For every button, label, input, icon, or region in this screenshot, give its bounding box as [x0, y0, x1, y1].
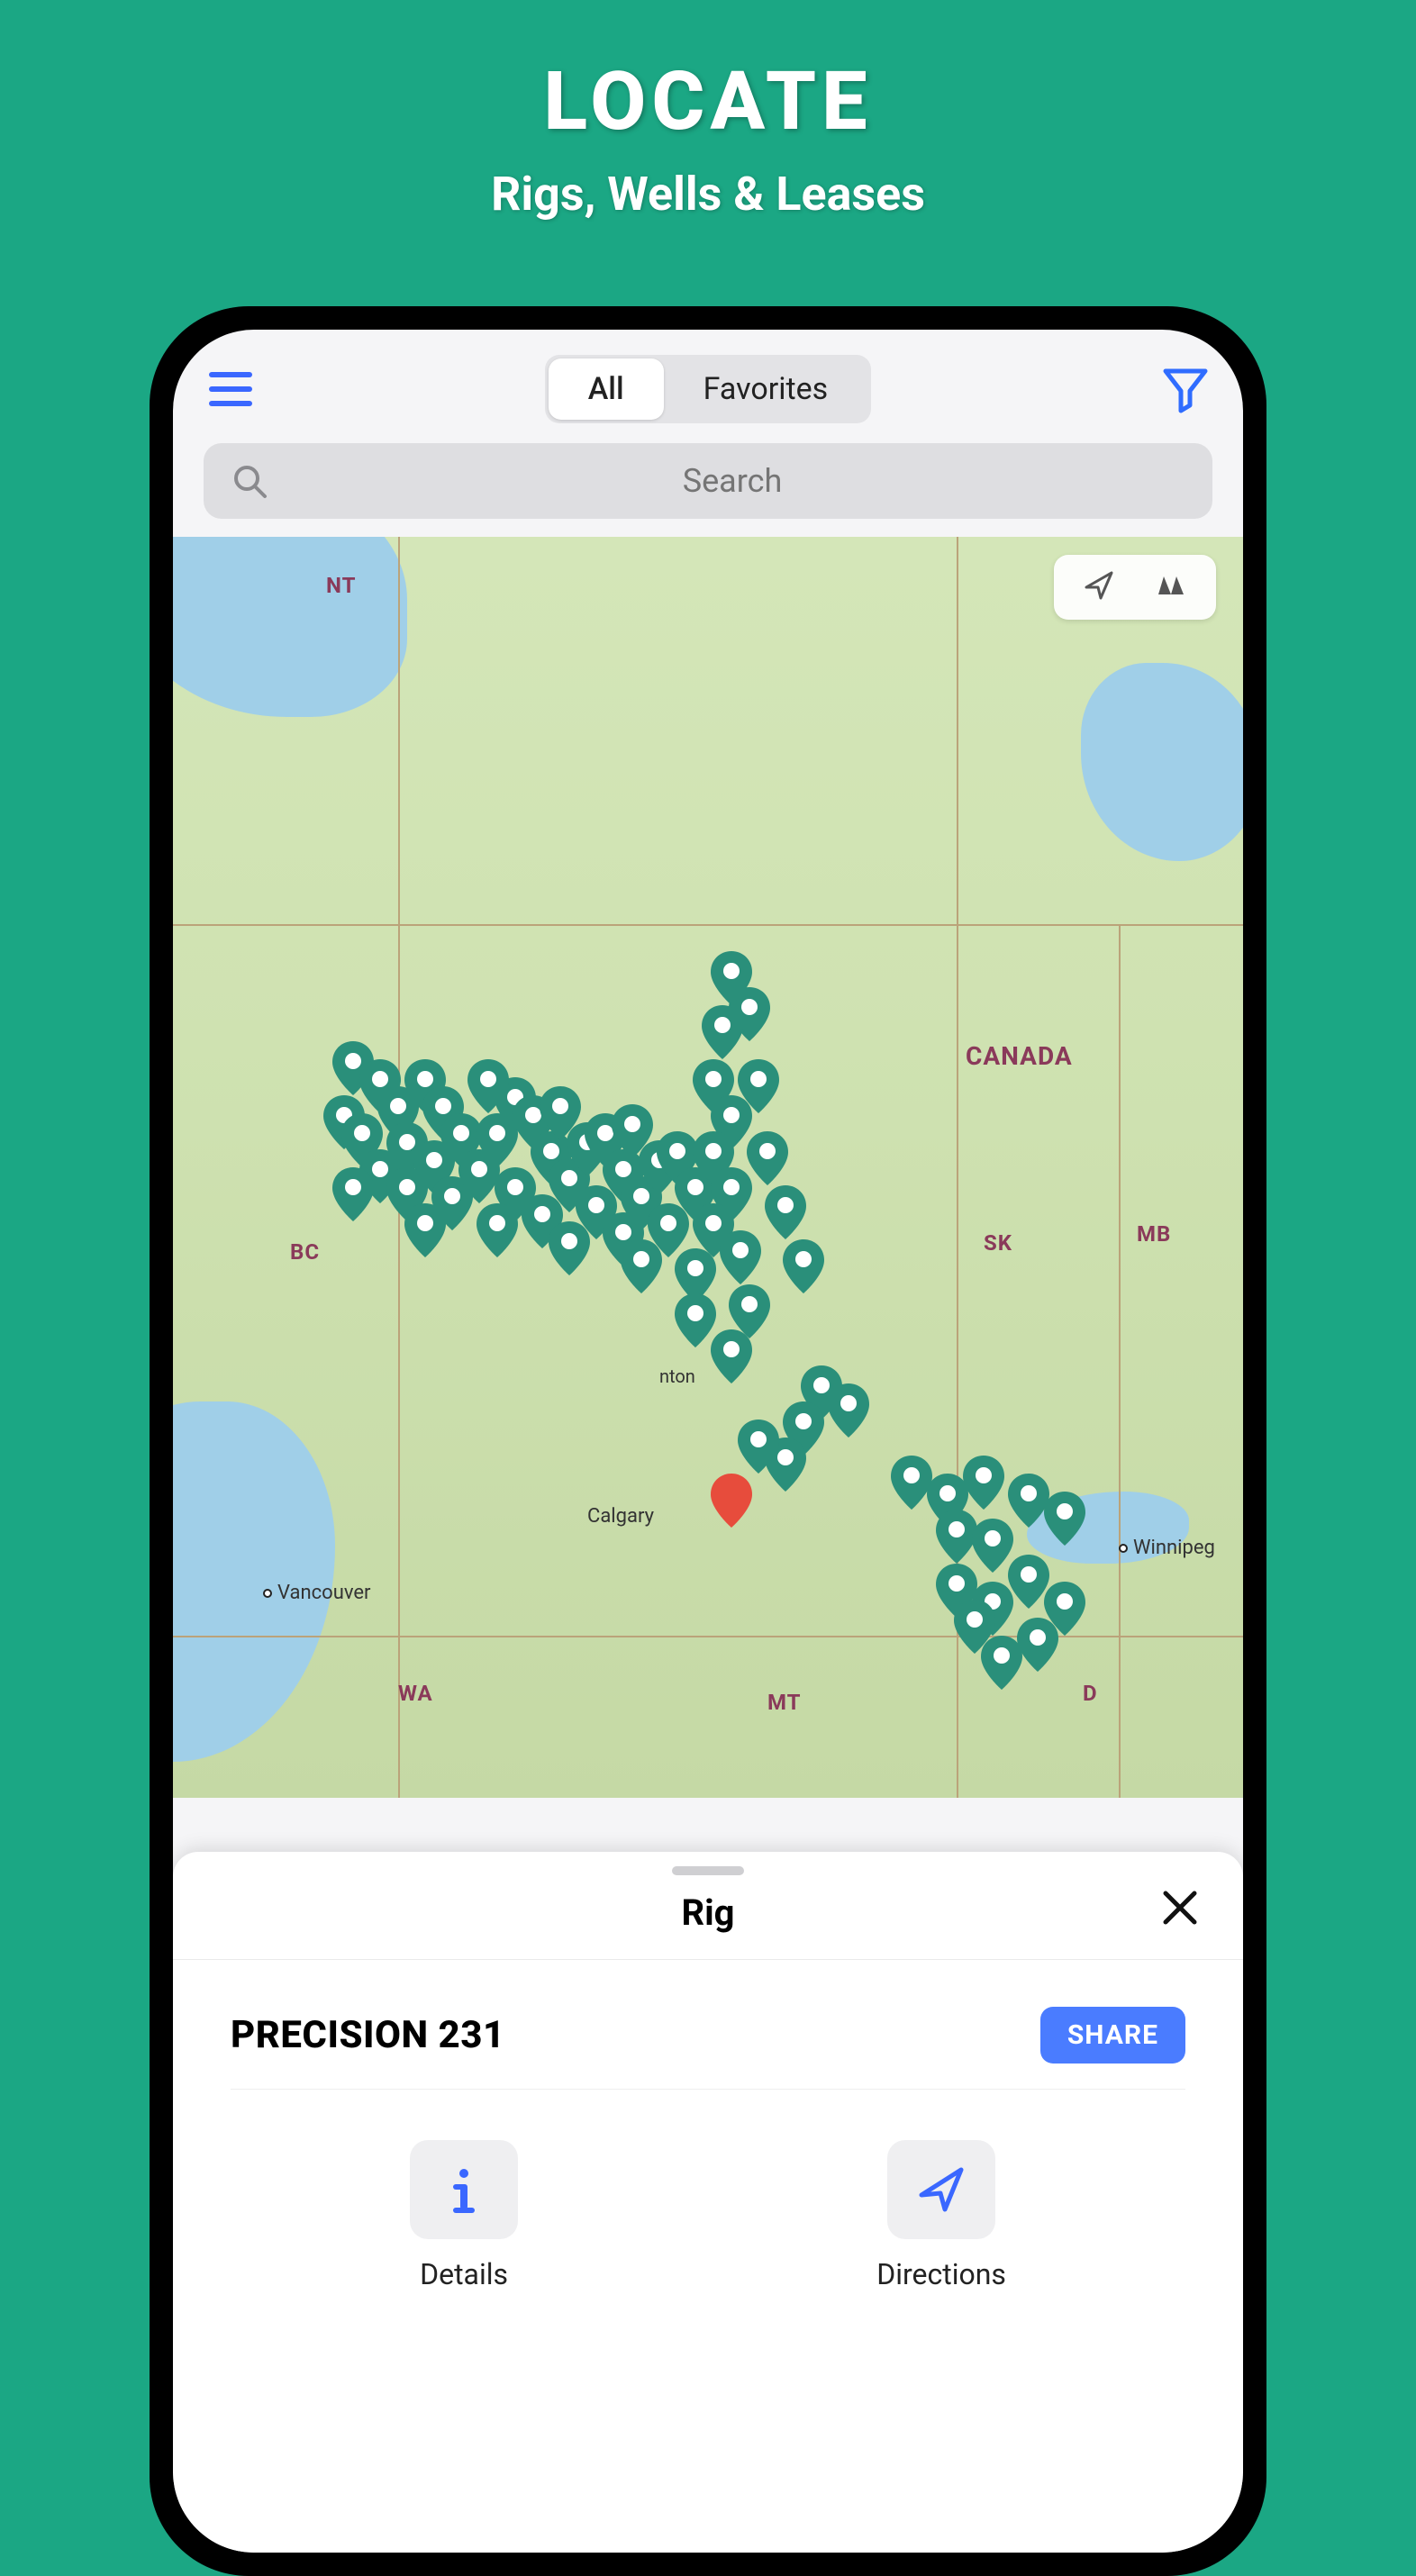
- search-icon: [231, 462, 268, 500]
- map-label-nt: NT: [326, 573, 356, 598]
- rig-name: PRECISION 231: [231, 2013, 505, 2057]
- map-label-mt: MT: [767, 1690, 802, 1715]
- map-border: [173, 1636, 1243, 1637]
- search-wrap: [173, 440, 1243, 537]
- selected-pin[interactable]: [711, 1474, 752, 1528]
- map-pin[interactable]: [783, 1239, 824, 1293]
- map-layers-icon: [1153, 567, 1189, 603]
- map-pin[interactable]: [332, 1167, 374, 1221]
- segment-favorites[interactable]: Favorites: [664, 358, 868, 420]
- map-border: [1119, 924, 1121, 1798]
- promo-header: LOCATE Rigs, Wells & Leases: [0, 0, 1416, 222]
- map-pin[interactable]: [963, 1456, 1004, 1510]
- map-label-wa: WA: [398, 1681, 433, 1706]
- map-pin[interactable]: [1044, 1492, 1085, 1546]
- phone-screen: All Favorites: [173, 330, 1243, 2553]
- phone-frame: All Favorites: [150, 306, 1266, 2576]
- map-label-canada: CANADA: [966, 1041, 1073, 1071]
- map-label-nd: D: [1083, 1681, 1098, 1706]
- map-pin[interactable]: [954, 1600, 995, 1654]
- map-pin[interactable]: [404, 1203, 446, 1257]
- city-edmonton: nton: [659, 1365, 695, 1387]
- map-pin[interactable]: [1017, 1618, 1058, 1672]
- map-pin[interactable]: [738, 1420, 779, 1474]
- segment-all[interactable]: All: [549, 358, 664, 420]
- navigate-icon: [914, 2163, 968, 2217]
- sheet-title: Rig: [681, 1891, 734, 1934]
- map-label-sk: SK: [984, 1230, 1012, 1256]
- sheet-body: PRECISION 231 SHARE Detai: [173, 1960, 1243, 2309]
- map-view[interactable]: NT CANADA BC SK MB WA MT D Vancouver Cal…: [173, 537, 1243, 1798]
- close-button[interactable]: [1158, 1886, 1202, 1929]
- map-label-bc: BC: [290, 1239, 320, 1265]
- map-pin[interactable]: [467, 1059, 509, 1113]
- sheet-header: Rig: [173, 1891, 1243, 1960]
- map-pin[interactable]: [738, 1059, 779, 1113]
- directions-label: Directions: [876, 2257, 1006, 2291]
- segmented-control[interactable]: All Favorites: [545, 355, 871, 423]
- close-icon: [1158, 1886, 1202, 1929]
- share-button[interactable]: SHARE: [1040, 2007, 1185, 2064]
- map-pin[interactable]: [747, 1131, 788, 1185]
- map-pin[interactable]: [702, 1005, 743, 1059]
- promo-subtitle: Rigs, Wells & Leases: [0, 167, 1416, 222]
- map-pin[interactable]: [711, 951, 752, 1005]
- promo-title: LOCATE: [0, 54, 1416, 149]
- directions-action[interactable]: Directions: [876, 2140, 1006, 2291]
- hamburger-icon: [209, 372, 252, 406]
- filter-button[interactable]: [1158, 362, 1212, 416]
- map-pin[interactable]: [621, 1239, 662, 1293]
- city-winnipeg: Winnipeg: [1119, 1537, 1215, 1559]
- city-calgary: Calgary: [587, 1505, 654, 1528]
- directions-icon-box: [887, 2140, 995, 2239]
- map-pin[interactable]: [477, 1203, 518, 1257]
- search-input[interactable]: [279, 462, 1185, 500]
- sheet-drag-handle[interactable]: [672, 1866, 744, 1875]
- bottom-sheet[interactable]: Rig PRECISION 231 SHARE: [173, 1852, 1243, 2553]
- search-bar[interactable]: [204, 443, 1212, 519]
- menu-button[interactable]: [204, 362, 258, 416]
- map-water: [173, 537, 407, 717]
- city-vancouver: Vancouver: [263, 1582, 370, 1604]
- locate-me-button[interactable]: [1081, 567, 1117, 607]
- action-row: Details Directions: [231, 2140, 1185, 2291]
- funnel-icon: [1160, 364, 1211, 414]
- map-pin[interactable]: [720, 1230, 761, 1284]
- rig-row: PRECISION 231 SHARE: [231, 2007, 1185, 2090]
- map-pin[interactable]: [540, 1086, 581, 1140]
- map-pin[interactable]: [729, 1284, 770, 1338]
- details-action[interactable]: Details: [410, 2140, 518, 2291]
- map-label-mb: MB: [1137, 1221, 1171, 1247]
- map-layers-button[interactable]: [1153, 567, 1189, 607]
- map-border: [173, 924, 1243, 926]
- map-pin[interactable]: [612, 1104, 653, 1158]
- details-label: Details: [420, 2257, 508, 2291]
- map-pin[interactable]: [765, 1185, 806, 1239]
- info-icon-box: [410, 2140, 518, 2239]
- location-arrow-icon: [1081, 567, 1117, 603]
- map-pin[interactable]: [549, 1221, 590, 1275]
- map-controls: [1054, 555, 1216, 620]
- top-bar: All Favorites: [173, 330, 1243, 440]
- map-water: [1081, 663, 1243, 861]
- info-icon: [437, 2163, 491, 2217]
